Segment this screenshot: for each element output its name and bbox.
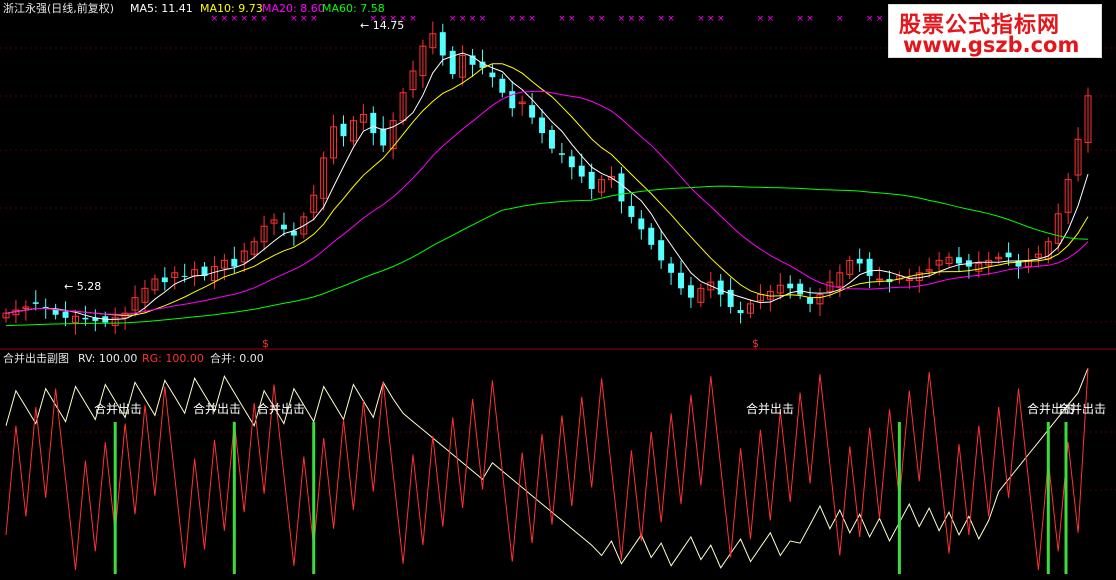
candle-body: [32, 302, 39, 304]
signal-label: 合并出击: [193, 402, 242, 416]
candle-body: [727, 289, 734, 307]
candle-body: [529, 105, 536, 118]
signal-x-mark: ×: [697, 14, 705, 24]
candle-body: [638, 218, 645, 230]
candlesticks: [2, 21, 1092, 335]
candle-body: [280, 224, 287, 230]
rv-value: RV: 100.00: [78, 352, 138, 365]
signal-x-mark: ×: [657, 14, 665, 24]
candle-body: [558, 153, 565, 155]
signal-x-mark: ×: [409, 14, 417, 24]
signal-x-mark: ×: [479, 14, 487, 24]
candle-body: [380, 128, 387, 146]
signal-x-mark: ×: [717, 14, 725, 24]
signal-x-mark: ×: [757, 14, 765, 24]
signal-x-mark: ×: [796, 14, 804, 24]
dividend-marker: $: [752, 337, 759, 350]
moving-average-lines: [5, 52, 1089, 327]
candle-body: [548, 129, 555, 149]
signal-x-mark: ×: [528, 14, 536, 24]
grid-lines: [0, 47, 1116, 491]
oscillator-lines: [5, 367, 1089, 570]
candle-body: [787, 283, 794, 289]
candle-body: [628, 206, 635, 217]
signal-x-mark: ×: [518, 14, 526, 24]
signal-x-mark: ×: [469, 14, 477, 24]
signal-label: 合并出击: [94, 402, 143, 416]
candle-body: [62, 311, 69, 318]
ma60-label: MA60: 7.58: [322, 2, 385, 15]
signal-x-mark: ×: [638, 14, 646, 24]
ma10-line: [5, 63, 1089, 317]
dividend-marker: $: [262, 337, 269, 350]
candle-body: [856, 258, 863, 264]
signal-x-mark: ×: [628, 14, 636, 24]
signal-x-mark: ×: [866, 14, 874, 24]
watermark-url: www.gszb.com: [903, 33, 1080, 57]
signal-x-mark: ×: [707, 14, 715, 24]
candle-body: [439, 32, 446, 56]
rg-value: RG: 100.00: [142, 352, 204, 365]
candle-body: [797, 283, 804, 295]
candle-body: [231, 258, 238, 267]
candle-body: [678, 272, 684, 289]
signal-bars: [113, 422, 1068, 574]
stock-chart: × × × × × × × × × × × × × × × × × × × × × × × × × × × × × × × × × × × × × × × ×…: [0, 14, 1116, 574]
signal-x-mark: ×: [876, 14, 884, 24]
candle-body: [181, 275, 188, 277]
candle-body: [568, 156, 575, 168]
candle-body: [578, 165, 585, 177]
candle-body: [658, 240, 665, 261]
candle-body: [648, 227, 655, 245]
combined-value: 合并: 0.00: [210, 352, 264, 365]
ma20-label: MA20: 8.60: [262, 2, 325, 15]
candle-body: [82, 317, 89, 320]
watermark-logo: 股票公式指标网 www.gszb.com: [888, 4, 1102, 58]
candle-body: [668, 263, 675, 273]
signal-x-mark: ×: [459, 14, 467, 24]
signal-x-mark: ×: [598, 14, 606, 24]
candle-body: [1005, 252, 1012, 258]
signal-label: 合并出击: [257, 402, 306, 416]
signal-x-mark: ×: [618, 14, 626, 24]
candle-body: [955, 257, 962, 264]
ma10-label: MA10: 9.73: [200, 2, 263, 15]
signal-x-mark: ×: [667, 14, 675, 24]
signal-x-mark: ×: [508, 14, 516, 24]
signal-x-mark: ×: [767, 14, 775, 24]
high-price-marker: ← 14.75: [360, 19, 405, 32]
candle-body: [499, 78, 506, 93]
candle-body: [588, 171, 595, 189]
candle-body: [876, 278, 884, 281]
candle-body: [489, 72, 496, 78]
signal-x-mark: ×: [449, 14, 457, 24]
signal-x-mark: ×: [806, 14, 814, 24]
signal-x-mark: ×: [588, 14, 596, 24]
candle-body: [370, 112, 377, 134]
candle-body: [340, 123, 347, 137]
candle-body: [687, 285, 694, 298]
stock-title: 浙江永强(日线,前复权): [3, 2, 115, 15]
signal-label: 合并出击: [1058, 402, 1107, 416]
ma5-label: MA5: 11.41: [130, 2, 193, 15]
subchart-title: 合并出击副图: [3, 352, 69, 365]
candle-body: [161, 277, 168, 283]
signal-label: 合并出击: [746, 402, 795, 416]
rg-line: [5, 367, 1089, 570]
signal-x-mark: ×: [568, 14, 576, 24]
candle-body: [717, 280, 724, 295]
signal-x-mark: ×: [558, 14, 566, 24]
candle-body: [449, 50, 456, 75]
rv-line: [5, 367, 1089, 569]
signal-x-mark: ×: [836, 14, 844, 24]
candle-body: [618, 173, 625, 202]
candle-body: [807, 297, 814, 304]
candle-body: [737, 310, 744, 314]
candle-body: [866, 258, 873, 276]
low-price-marker: ← 5.28: [64, 280, 102, 293]
candle-body: [539, 117, 546, 134]
